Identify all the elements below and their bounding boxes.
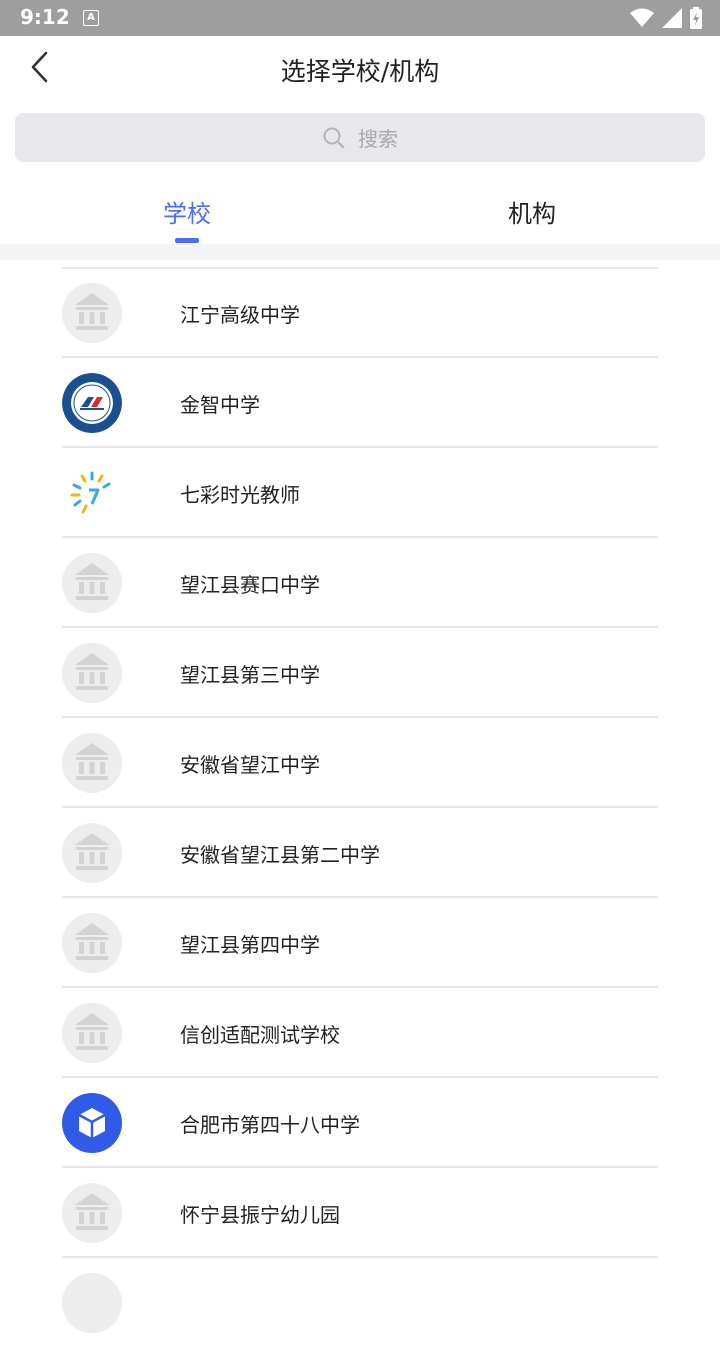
school-building-icon xyxy=(62,1003,122,1063)
school-name: 江宁高级中学 xyxy=(180,303,300,327)
wifi-icon xyxy=(630,8,654,27)
status-bar: 9:12 A xyxy=(0,0,720,36)
school-building-icon xyxy=(62,283,122,343)
tab-school[interactable]: 学校 xyxy=(163,194,211,229)
status-time: 9:12 xyxy=(20,5,70,29)
school-list-item[interactable]: 安徽省望江中学 xyxy=(0,718,720,808)
battery-icon xyxy=(690,7,702,29)
school-list-item-partial[interactable] xyxy=(0,1258,720,1348)
qicai-logo-icon xyxy=(62,463,122,523)
search-icon xyxy=(323,127,345,148)
school-name: 望江县赛口中学 xyxy=(180,573,320,597)
school-list-item[interactable]: 望江县赛口中学 xyxy=(0,538,720,628)
jinzhi-logo-icon xyxy=(62,373,122,433)
school-list-item[interactable]: 信创适配测试学校 xyxy=(0,988,720,1078)
school-name: 安徽省望江中学 xyxy=(180,753,320,777)
school-list-item[interactable]: 望江县第四中学 xyxy=(0,898,720,988)
school-building-icon xyxy=(62,1273,122,1333)
notification-a-icon: A xyxy=(83,10,99,26)
tab-organization[interactable]: 机构 xyxy=(508,194,556,229)
page-title: 选择学校/机构 xyxy=(280,57,440,86)
school-building-icon xyxy=(62,733,122,793)
school-building-icon xyxy=(62,913,122,973)
school-name: 信创适配测试学校 xyxy=(180,1023,340,1047)
school-building-icon xyxy=(62,643,122,703)
school-list-item[interactable]: 合肥市第四十八中学 xyxy=(0,1078,720,1168)
school-list-item[interactable]: 怀宁县振宁幼儿园 xyxy=(0,1168,720,1258)
school-name: 金智中学 xyxy=(180,393,260,417)
school-list-item[interactable]: 江宁高级中学 xyxy=(0,268,720,358)
school-name: 安徽省望江县第二中学 xyxy=(180,843,380,867)
school-list-item[interactable]: 七彩时光教师 xyxy=(0,448,720,538)
system-icons xyxy=(630,7,702,29)
school-name: 望江县第四中学 xyxy=(180,933,320,957)
active-tab-indicator xyxy=(175,238,199,243)
school-name: 七彩时光教师 xyxy=(180,483,300,507)
school-name: 望江县第三中学 xyxy=(180,663,320,687)
signal-icon xyxy=(662,8,682,28)
school-list-item[interactable]: 望江县第三中学 xyxy=(0,628,720,718)
school-name: 怀宁县振宁幼儿园 xyxy=(180,1203,340,1227)
school-building-icon xyxy=(62,553,122,613)
school-name: 合肥市第四十八中学 xyxy=(180,1113,360,1137)
school-building-icon xyxy=(62,823,122,883)
school-building-icon xyxy=(62,1183,122,1243)
school-list-item[interactable]: 金智中学 xyxy=(0,358,720,448)
tab-bar: 学校 机构 xyxy=(0,180,720,244)
cube-logo-icon xyxy=(62,1093,122,1153)
search-bar[interactable]: 搜索 xyxy=(15,113,705,162)
school-list-item[interactable]: 安徽省望江县第二中学 xyxy=(0,808,720,898)
search-placeholder: 搜索 xyxy=(358,127,398,151)
app-header: 选择学校/机构 xyxy=(0,36,720,98)
section-separator xyxy=(0,244,720,260)
